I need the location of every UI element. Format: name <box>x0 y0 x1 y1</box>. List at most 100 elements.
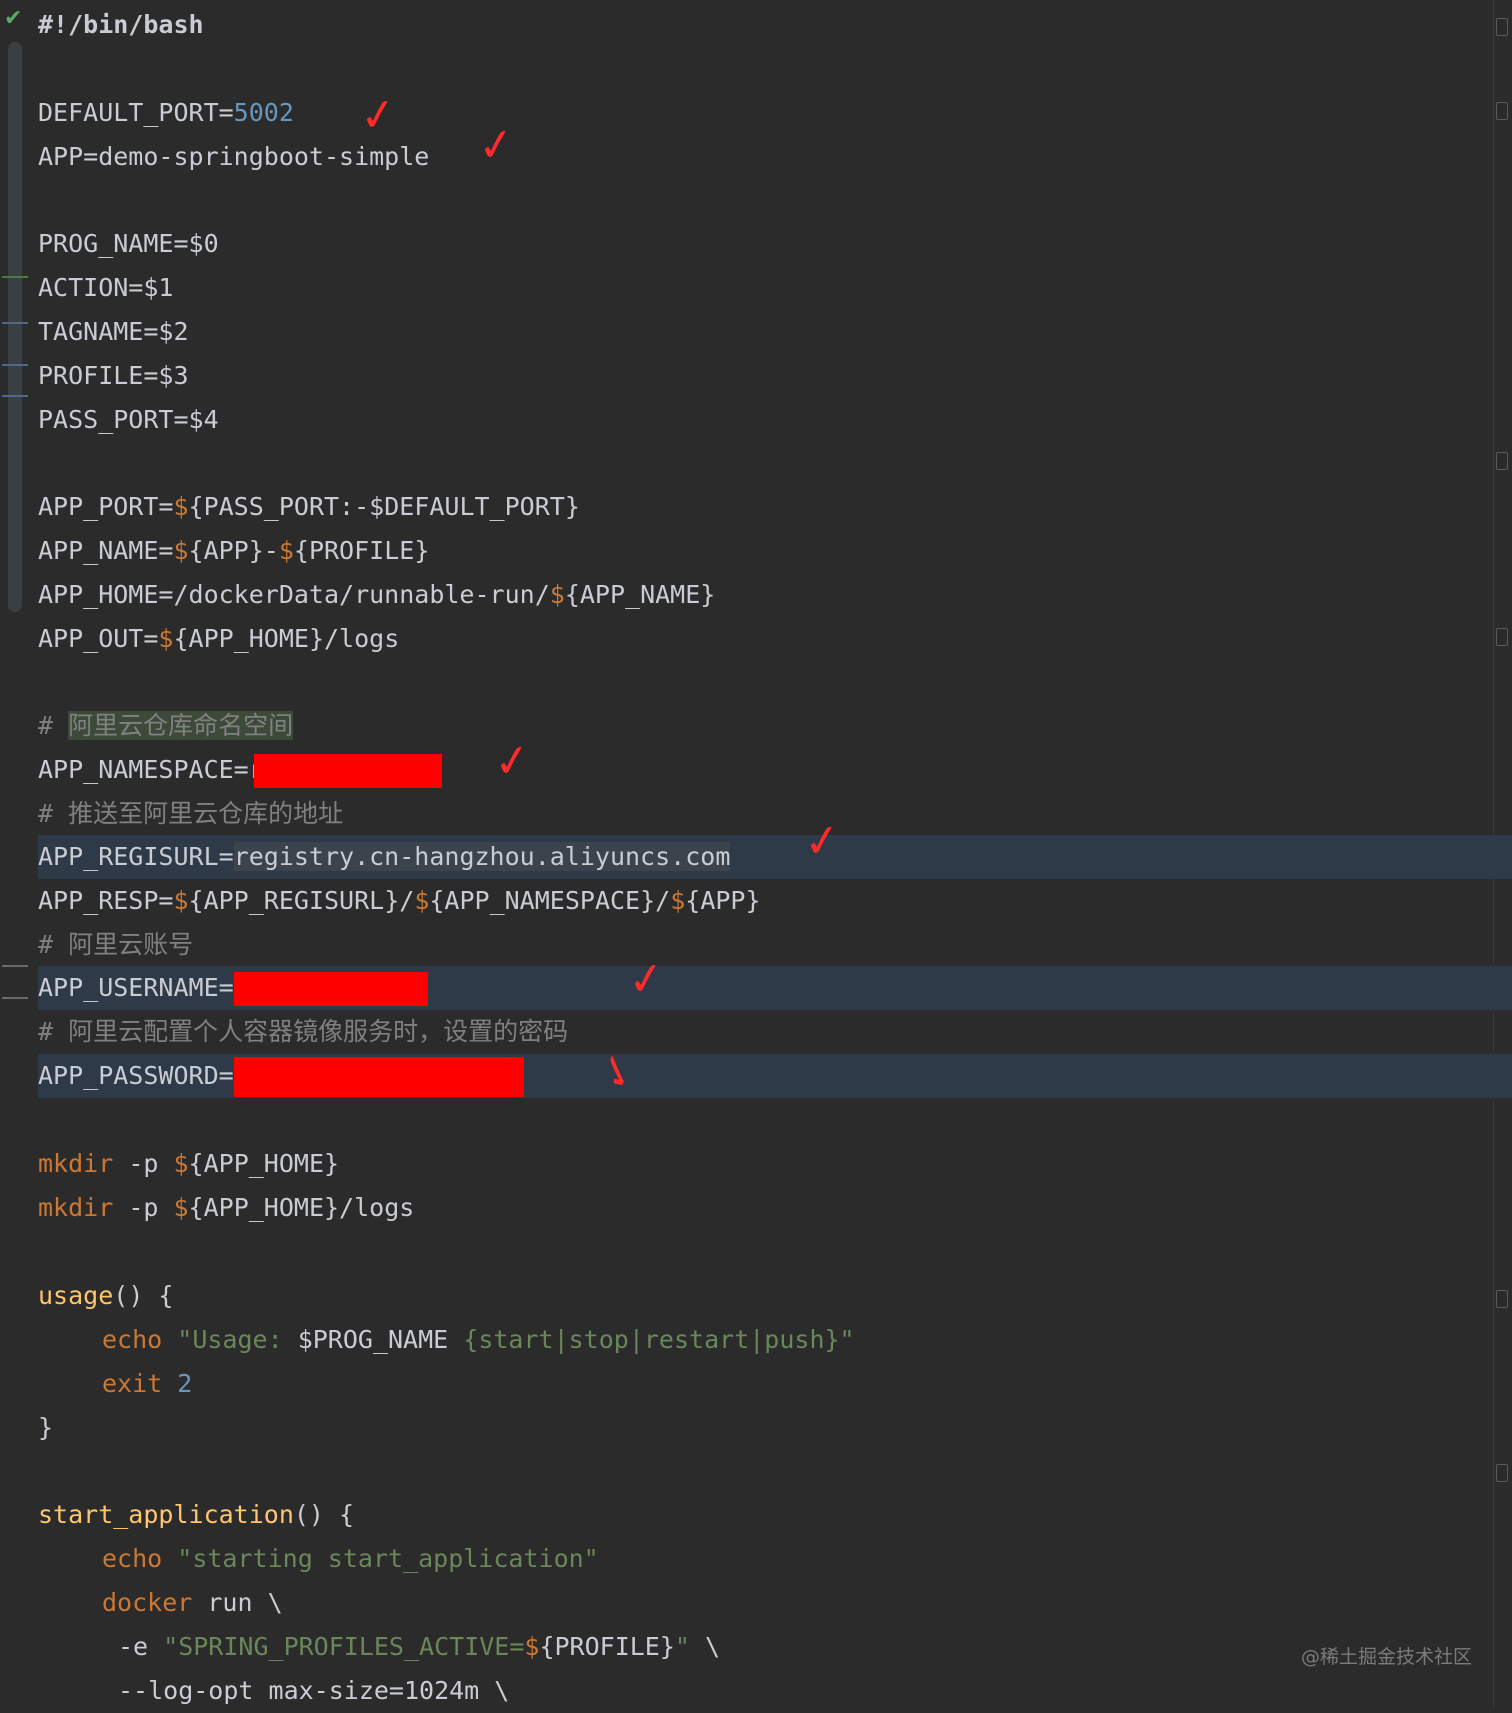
var-name: APP_HOME=/dockerData/runnable-run/ <box>38 580 550 609</box>
code-line-app-resp[interactable]: APP_RESP=${APP_REGISURL}/${APP_NAMESPACE… <box>38 879 761 923</box>
keyword: echo <box>102 1325 163 1354</box>
line-text: () { <box>293 1500 355 1529</box>
dollar-sign: $ <box>173 536 189 565</box>
fold-icon[interactable] <box>1496 102 1508 120</box>
dollar-sign: $ <box>173 886 189 915</box>
line-text: {APP_HOME} <box>188 1149 340 1178</box>
dollar-sign: $ <box>414 886 430 915</box>
keyword: docker <box>102 1588 193 1617</box>
line-text: ACTION=$1 <box>38 273 174 302</box>
code-line-shebang[interactable]: #!/bin/bash <box>38 3 204 47</box>
line-text: {APP_REGISURL}/ <box>188 886 415 915</box>
code-line-start-def[interactable]: start_application() { <box>38 1493 354 1537</box>
string-literal: "Usage: <box>177 1325 298 1354</box>
code-line-mkdir-logs[interactable]: mkdir -p ${APP_HOME}/logs <box>38 1186 414 1230</box>
line-text: () { <box>113 1281 174 1310</box>
number-literal: 5002 <box>233 98 294 127</box>
code-line-app-port[interactable]: APP_PORT=${PASS_PORT:-$DEFAULT_PORT} <box>38 485 580 529</box>
code-line-comment-namespace[interactable]: # 阿里云仓库命名空间 <box>38 704 294 748</box>
string-literal: "SPRING_PROFILES_ACTIVE= <box>163 1632 525 1661</box>
code-editor[interactable]: ✔ #!/bin/bash DEFAULT_PORT=5002 APP=demo… <box>0 0 1512 1709</box>
line-text: {APP_NAMESPACE}/ <box>429 886 671 915</box>
code-line-exit[interactable]: exit 2 <box>102 1362 192 1406</box>
code-line-close-brace[interactable]: } <box>38 1406 53 1450</box>
number-literal: 2 <box>177 1369 193 1398</box>
change-marker <box>2 997 28 999</box>
redaction-box <box>233 1057 524 1097</box>
code-line-profile[interactable]: PROFILE=$3 <box>38 354 189 398</box>
fold-icon[interactable] <box>1496 628 1508 646</box>
line-text: {APP_HOME}/logs <box>188 1193 415 1222</box>
comment-text: 阿里云仓库命名空间 <box>68 711 294 740</box>
var-name: APP_REGISURL= <box>38 842 234 871</box>
code-line-app-out[interactable]: APP_OUT=${APP_HOME}/logs <box>38 617 399 661</box>
code-line-usage-echo[interactable]: echo "Usage: $PROG_NAME {start|stop|rest… <box>102 1318 855 1362</box>
change-marker <box>2 364 28 366</box>
keyword: mkdir <box>38 1193 114 1222</box>
code-line-action[interactable]: ACTION=$1 <box>38 266 173 310</box>
selected-text: registry.cn-hangzhou.aliyuncs.com <box>233 842 731 871</box>
variable: {PROFILE} <box>539 1632 675 1661</box>
line-text: PROFILE=$3 <box>38 361 189 390</box>
code-line-app-namespace[interactable]: APP_NAMESPACE=r <box>38 748 442 792</box>
line-text: PASS_PORT=$4 <box>38 405 219 434</box>
fold-icon[interactable] <box>1496 1290 1508 1308</box>
code-line-comment-push[interactable]: # 推送至阿里云仓库的地址 <box>38 792 343 836</box>
dollar-sign: $ <box>173 1149 189 1178</box>
var-name: APP_PORT= <box>38 492 174 521</box>
change-marker <box>2 965 28 967</box>
variable: $PROG_NAME <box>297 1325 449 1354</box>
keyword: echo <box>102 1544 163 1573</box>
fold-icon[interactable] <box>1496 1464 1508 1482</box>
redaction-box <box>233 972 428 1006</box>
fold-icon[interactable] <box>1496 18 1508 36</box>
dollar-sign: $ <box>278 536 294 565</box>
function-name: start_application <box>38 1500 294 1529</box>
var-name: APP_NAME= <box>38 536 174 565</box>
comment-text: # 推送至阿里云仓库的地址 <box>38 799 344 828</box>
code-line-default-port[interactable]: DEFAULT_PORT=5002 <box>38 91 294 135</box>
string-literal: "starting start_application" <box>177 1544 599 1573</box>
code-line-app-password[interactable]: APP_PASSWORD= <box>38 1054 524 1098</box>
code-line-prog-name[interactable]: PROG_NAME=$0 <box>38 222 219 266</box>
line-text: {APP} <box>685 886 761 915</box>
code-line-comment-account[interactable]: # 阿里云账号 <box>38 923 193 967</box>
change-marker <box>2 395 28 397</box>
code-line-pass-port[interactable]: PASS_PORT=$4 <box>38 398 219 442</box>
code-line-comment-password[interactable]: # 阿里云配置个人容器镜像服务时，设置的密码 <box>38 1010 568 1054</box>
annotation-check-icon: ✓ <box>490 733 535 790</box>
var-name: APP_PASSWORD= <box>38 1061 234 1090</box>
code-line-app-name[interactable]: APP_NAME=${APP}-${PROFILE} <box>38 529 429 573</box>
code-line-app-home[interactable]: APP_HOME=/dockerData/runnable-run/${APP_… <box>38 573 715 617</box>
annotation-check-icon: ✓ <box>624 951 669 1008</box>
comment-text: # 阿里云配置个人容器镜像服务时，设置的密码 <box>38 1017 569 1046</box>
check-icon: ✔ <box>4 6 23 31</box>
code-line-tagname[interactable]: TAGNAME=$2 <box>38 310 189 354</box>
string-literal: {start|stop|restart|push}" <box>448 1325 855 1354</box>
dollar-sign: $ <box>549 580 565 609</box>
code-line-mkdir-home[interactable]: mkdir -p ${APP_HOME} <box>38 1142 339 1186</box>
code-line-docker-env[interactable]: -e "SPRING_PROFILES_ACTIVE=${PROFILE}" \ <box>118 1625 720 1669</box>
redaction-box <box>253 754 442 788</box>
code-line-docker-log-opt[interactable]: --log-opt max-size=1024m \ <box>118 1669 509 1713</box>
shebang-text: #!/bin/bash <box>38 10 204 39</box>
fold-icon[interactable] <box>1496 452 1508 470</box>
gutter-scrollbar[interactable] <box>8 42 22 612</box>
line-text: -e <box>118 1632 164 1661</box>
line-text: APP=demo-springboot-simple <box>38 142 430 171</box>
watermark: @稀土掘金技术社区 <box>1300 1646 1472 1668</box>
code-line-start-echo[interactable]: echo "starting start_application" <box>102 1537 599 1581</box>
line-text: \ <box>689 1632 721 1661</box>
var-name: APP_NAMESPACE=r <box>38 755 264 784</box>
var-name: APP_RESP= <box>38 886 174 915</box>
line-text: {APP}- <box>188 536 279 565</box>
code-line-app-username[interactable]: APP_USERNAME= <box>38 966 428 1010</box>
annotation-check-icon: ✓ <box>800 813 845 870</box>
dollar-sign: $ <box>524 1632 540 1661</box>
line-text: PROG_NAME=$0 <box>38 229 219 258</box>
code-line-docker-run[interactable]: docker run \ <box>102 1581 283 1625</box>
code-line-usage-def[interactable]: usage() { <box>38 1274 173 1318</box>
dollar-sign: $ <box>158 624 174 653</box>
line-text: run \ <box>192 1588 283 1617</box>
code-line-app-regisurl[interactable]: APP_REGISURL=registry.cn-hangzhou.aliyun… <box>38 835 731 879</box>
